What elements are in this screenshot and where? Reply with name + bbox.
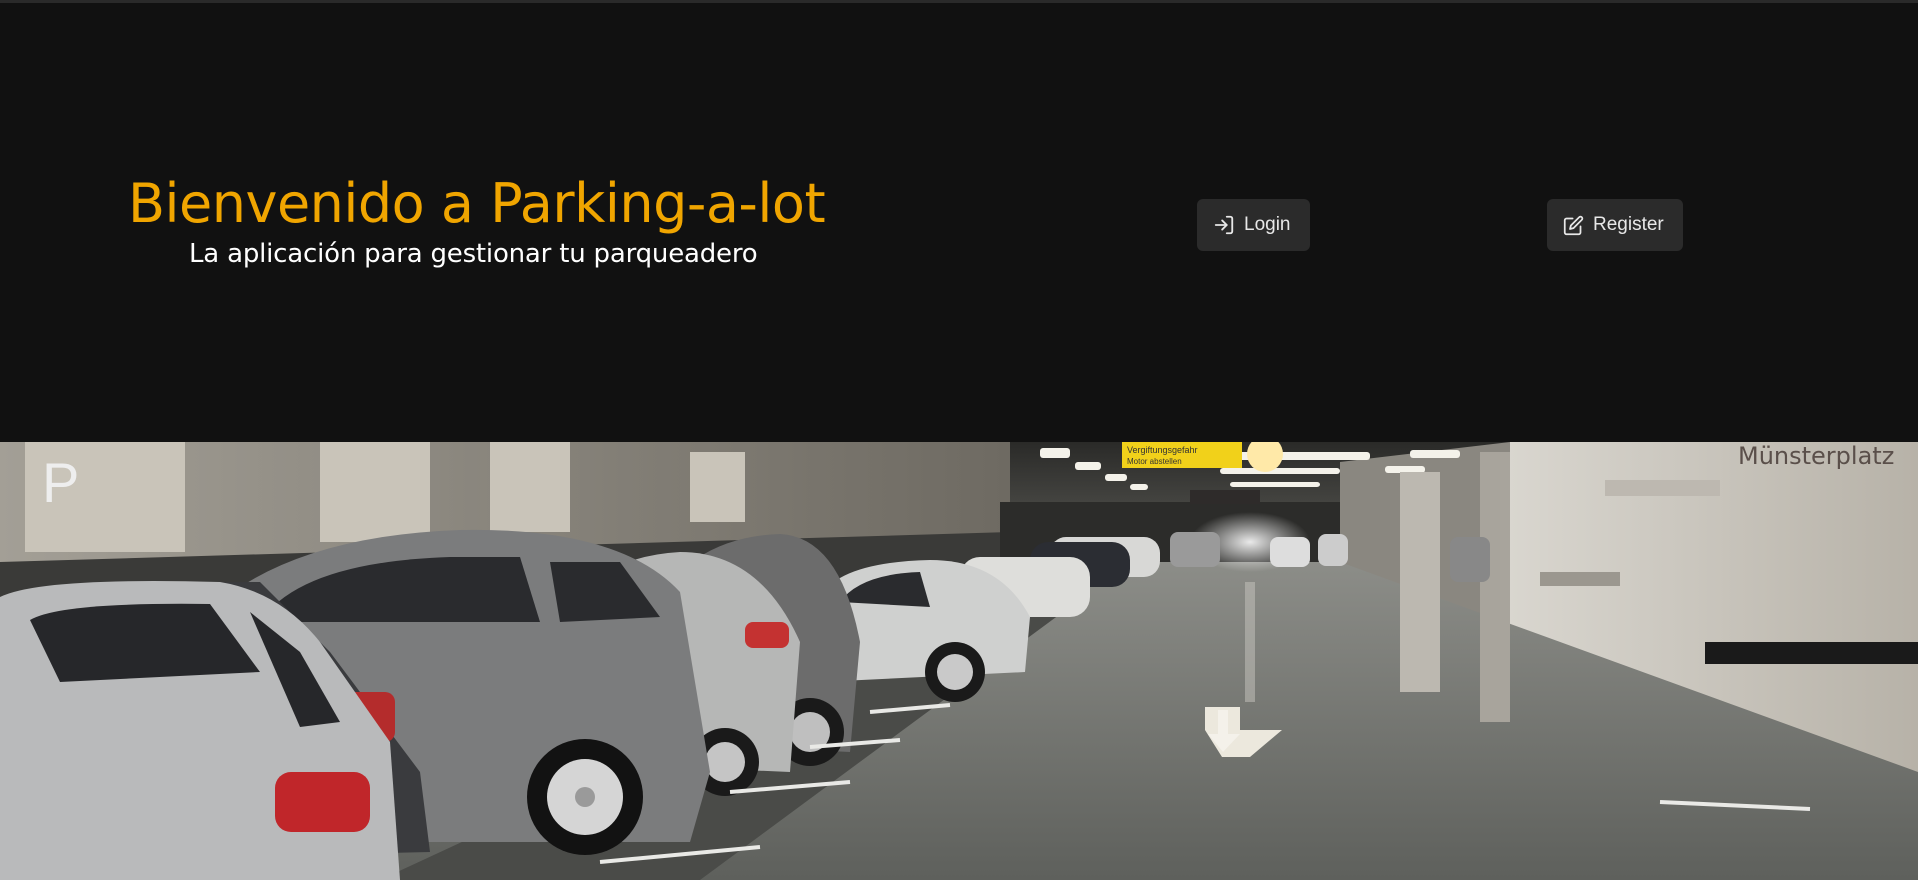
hero-subtitle: La aplicación para gestionar tu parquead… bbox=[189, 239, 758, 269]
warning-sign-text-2: Motor abstellen bbox=[1127, 457, 1182, 466]
register-button[interactable]: Register bbox=[1547, 199, 1683, 251]
login-button[interactable]: Login bbox=[1197, 199, 1310, 251]
hero-title: Bienvenido a Parking-a-lot bbox=[128, 172, 826, 235]
edit-pencil-icon bbox=[1563, 215, 1584, 236]
parking-garage-illustration: Vergiftungsgefahr Motor abstellen P Müns… bbox=[0, 442, 1918, 880]
login-arrow-icon bbox=[1213, 214, 1235, 236]
munsterplatz-sign: Münsterplatz bbox=[1738, 442, 1894, 470]
parking-garage-photo: Vergiftungsgefahr Motor abstellen P Müns… bbox=[0, 442, 1918, 880]
register-label: Register bbox=[1593, 214, 1664, 235]
hero-header: Bienvenido a Parking-a-lot La aplicación… bbox=[0, 3, 1918, 442]
parking-p-sign: P bbox=[42, 451, 79, 514]
warning-sign-text: Vergiftungsgefahr bbox=[1127, 445, 1198, 455]
login-label: Login bbox=[1244, 214, 1291, 235]
